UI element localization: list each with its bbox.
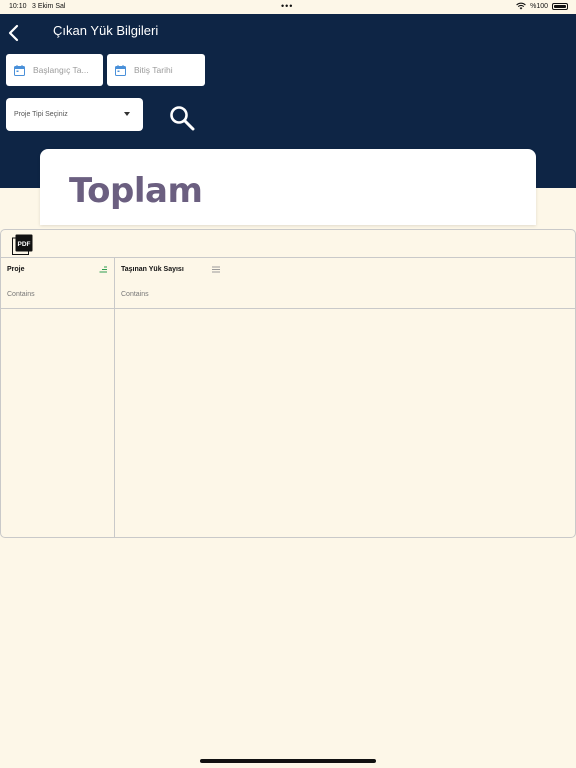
total-label: Toplam	[69, 171, 203, 211]
filter-input-tasinan-yuk-sayisi[interactable]: Contains	[121, 291, 149, 298]
project-type-select[interactable]: Proje Tipi Seçiniz	[6, 98, 143, 131]
svg-text:PDF: PDF	[18, 241, 31, 248]
pdf-icon[interactable]: PDF	[12, 234, 33, 255]
caret-down-icon	[124, 112, 130, 116]
home-indicator[interactable]	[200, 759, 376, 763]
grid-toolbar: PDF	[1, 230, 575, 258]
status-time: 10:10	[9, 3, 27, 10]
chevron-left-icon[interactable]	[6, 24, 22, 42]
battery-percentage: %100	[530, 2, 548, 10]
search-icon[interactable]	[168, 104, 196, 132]
column-divider	[114, 258, 115, 537]
calendar-icon	[115, 64, 126, 76]
data-grid: PDF Proje Contains Taşınan Yük Sayısı Co…	[0, 229, 576, 538]
end-date-field[interactable]: Bitiş Tarihi	[107, 54, 205, 86]
grid-header-row: Proje Contains Taşınan Yük Sayısı Contai…	[1, 258, 575, 309]
battery-icon	[552, 2, 568, 10]
calendar-icon	[14, 64, 25, 76]
project-type-placeholder: Proje Tipi Seçiniz	[14, 111, 68, 118]
menu-icon[interactable]	[212, 266, 220, 273]
end-date-placeholder: Bitiş Tarihi	[134, 65, 173, 75]
wifi-icon	[516, 2, 526, 10]
sort-icon[interactable]	[99, 266, 107, 273]
start-date-placeholder: Başlangıç Ta...	[33, 65, 89, 75]
page-title: Çıkan Yük Bilgileri	[53, 23, 159, 38]
start-date-field[interactable]: Başlangıç Ta...	[6, 54, 103, 86]
status-date: 3 Ekim Sal	[32, 3, 66, 10]
column-header-tasinan-yuk-sayisi[interactable]: Taşınan Yük Sayısı	[121, 266, 184, 273]
column-header-proje[interactable]: Proje	[7, 266, 25, 273]
status-bar: 10:10 3 Ekim Sal ••• %100	[0, 0, 576, 14]
multitasking-dots[interactable]: •••	[281, 1, 293, 11]
total-card: Toplam	[40, 149, 536, 225]
status-indicators: %100	[516, 2, 568, 10]
filter-input-proje[interactable]: Contains	[7, 291, 35, 298]
